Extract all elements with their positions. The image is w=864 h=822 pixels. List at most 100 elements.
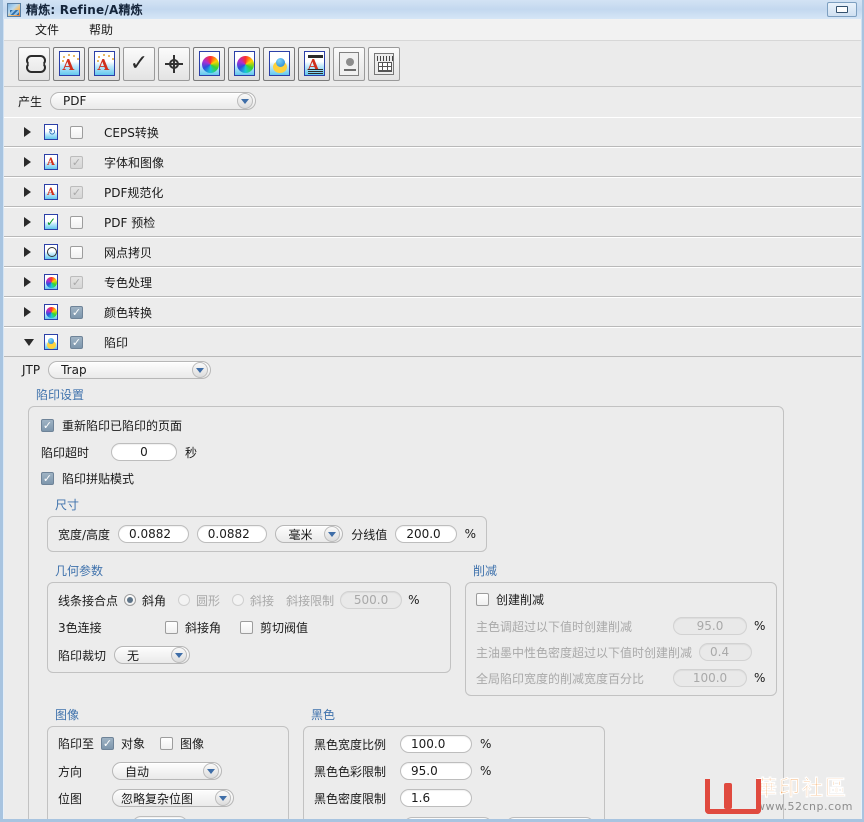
black-group: 黑色宽度比例 100.0 % 黑色色彩限制 95.0 % 黑色密度限制 1.6 [303,726,605,819]
reduction-row-input-1[interactable]: 0.4 [699,643,752,661]
screen-copy-button[interactable] [158,46,190,81]
join-option-radio-bevel[interactable] [124,594,137,606]
task-checkbox-cell[interactable]: ✓ [70,155,104,169]
chevron-down-icon[interactable] [171,647,188,663]
font-image-button[interactable]: A [53,46,85,81]
black-section: 黑色 黑色宽度比例 100.0 % 黑色色彩限制 95.0 % 黑色密度限制 1… [303,706,605,819]
task-row-ceps[interactable]: ↻ CEPS转换 [4,117,861,147]
task-checkbox[interactable]: ✓ [70,305,83,319]
trap-to-image-checkbox[interactable] [160,737,174,750]
title-bar[interactable]: 精炼: Refine/A精炼 [3,0,862,19]
timeout-row: 陷印超时 0 秒 [41,443,771,461]
miter-angle-checkbox[interactable] [165,621,178,634]
split-input[interactable]: 200.0 [395,525,457,543]
task-checkbox[interactable] [70,125,83,139]
reduction-row-value-2: 100.0 [692,671,728,685]
bitmap-combo[interactable]: 忽略复杂位图 [112,789,234,807]
expand-triangle-icon[interactable] [24,277,44,287]
pdf-normalize-button[interactable]: A [88,46,120,81]
task-row-spot-color[interactable]: ✓ 专色处理 [4,267,861,297]
imposition-button[interactable] [368,46,400,81]
timeout-input[interactable]: 0 [111,443,177,461]
task-checkbox-cell[interactable] [70,215,104,229]
produce-combo[interactable]: PDF [50,92,257,110]
task-checkbox[interactable]: ✓ [70,335,83,349]
tile-mode-checkbox[interactable]: ✓ [41,472,54,485]
height-value: 0.0882 [207,527,250,541]
miter-limit-label: 斜接限制 [286,593,335,608]
produce-combo-value: PDF [63,94,87,108]
expand-triangle-icon[interactable] [24,127,44,137]
task-row-trap[interactable]: ✓ 陷印 [4,327,861,357]
task-row-color-convert[interactable]: ✓ 颜色转换 [4,297,861,327]
expand-triangle-icon[interactable] [24,217,44,227]
chevron-down-icon[interactable] [192,362,209,378]
task-checkbox-cell[interactable] [70,245,104,259]
create-reduction-label: 创建削减 [496,593,545,607]
expand-triangle-icon[interactable] [24,247,44,257]
black-row-unit-1: % [480,764,492,778]
retrap-checkbox[interactable]: ✓ [41,419,54,432]
chevron-down-icon[interactable] [324,526,341,542]
task-checkbox-cell[interactable]: ✓ [70,275,104,289]
join-option-radio-miter[interactable] [232,594,245,606]
task-checkbox[interactable] [70,215,83,229]
minimize-button[interactable] [827,2,857,17]
resolution-label: 陷印分辨率 [58,817,124,820]
chevron-down-icon[interactable] [237,93,254,109]
task-checkbox-cell[interactable]: ✓ [70,185,104,199]
join-option-radio-round[interactable] [178,594,191,606]
unit-combo[interactable]: 毫米 [275,525,344,543]
chevron-down-icon[interactable] [215,790,231,806]
task-checkbox[interactable]: ✓ [70,155,83,169]
task-row-fonts-images[interactable]: A ✓ 字体和图像 [4,147,861,177]
chevron-down-icon[interactable] [203,763,219,779]
collapse-triangle-icon[interactable] [24,338,44,346]
task-checkbox[interactable]: ✓ [70,185,83,199]
tile-mode-label: 陷印拼贴模式 [62,472,135,486]
images-black-columns: 图像 陷印至 ✓ 对象 图像 方向 自动 位图 忽略复杂位图 黑色 黑色宽度比例… [47,706,771,819]
trap-to-object-checkbox[interactable]: ✓ [101,737,115,750]
color-convert-button[interactable] [228,46,260,81]
geometry-group: 线条接合点 斜角 圆形 斜接 斜接限制 500.0 % 3色连接 斜接角 剪切阀… [47,582,451,673]
black-extra-button-2[interactable] [506,817,594,819]
reduction-row-input-2[interactable]: 100.0 [673,669,747,687]
task-label: PDF 预检 [104,215,156,230]
black-row-input-1[interactable]: 95.0 [400,762,472,780]
menu-file[interactable]: 文件 [32,20,62,39]
width-input[interactable]: 0.0882 [118,525,189,543]
direction-combo[interactable]: 自动 [112,762,222,780]
black-extra-button-1[interactable] [404,817,492,819]
task-row-pdf-normalize[interactable]: A ✓ PDF规范化 [4,177,861,207]
task-checkbox-cell[interactable]: ✓ [70,335,104,349]
shear-threshold-checkbox[interactable] [240,621,254,634]
reduction-row-input-0[interactable]: 95.0 [673,617,747,635]
task-checkbox[interactable] [70,245,83,259]
spot-color-button[interactable] [193,46,225,81]
black-row-input-0[interactable]: 100.0 [400,735,472,753]
expand-triangle-icon[interactable] [24,157,44,167]
task-label: 颜色转换 [104,305,153,320]
checklist-button[interactable]: A ✓✓✓ [298,46,330,81]
preflight-button[interactable]: ✓ [123,46,155,81]
resolution-input[interactable]: 100 [132,816,188,819]
black-row-input-2[interactable]: 1.6 [400,789,472,807]
task-checkbox[interactable]: ✓ [70,275,83,289]
trap-cut-combo[interactable]: 无 [114,646,191,664]
expand-triangle-icon[interactable] [24,307,44,317]
proof-button[interactable] [333,46,365,81]
green-check-icon: ✓ [44,214,58,230]
task-checkbox-cell[interactable] [70,125,104,139]
trap-button[interactable] [263,46,295,81]
task-row-screen-copy[interactable]: 网点拷贝 [4,237,861,267]
miter-limit-input[interactable]: 500.0 [340,591,403,609]
refresh-button[interactable] [18,46,50,81]
create-reduction-checkbox[interactable] [476,593,489,606]
height-input[interactable]: 0.0882 [196,525,268,543]
blue-dot-shape [275,58,285,67]
task-checkbox-cell[interactable]: ✓ [70,305,104,319]
task-row-pdf-preflight[interactable]: ✓ PDF 预检 [4,207,861,237]
jtp-combo[interactable]: Trap [48,361,212,379]
menu-help[interactable]: 帮助 [86,20,116,39]
expand-triangle-icon[interactable] [24,187,44,197]
